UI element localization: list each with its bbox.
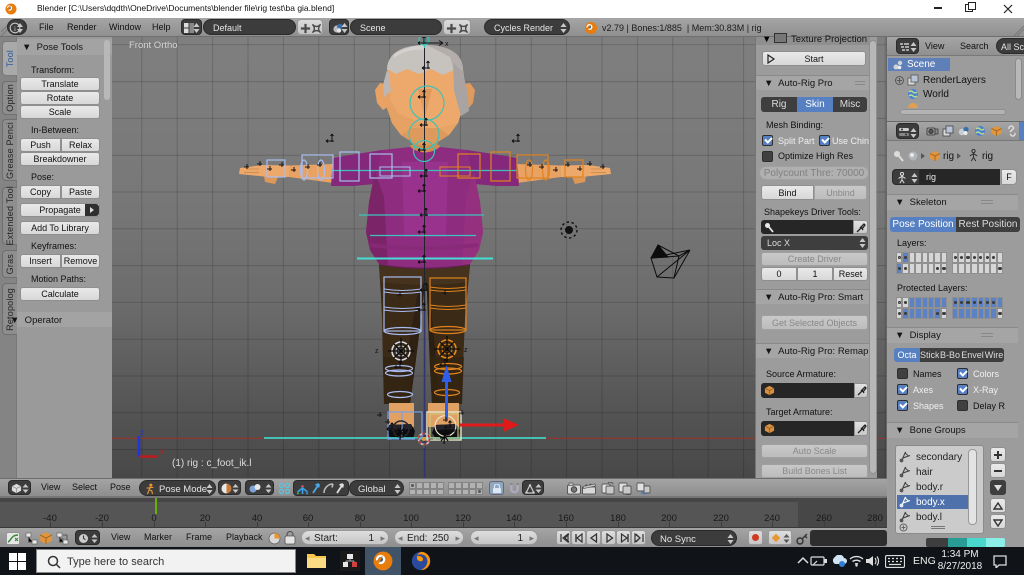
svg-text:z: z — [464, 347, 468, 354]
svg-text:x: x — [160, 447, 164, 456]
svg-text:x: x — [445, 41, 449, 48]
svg-text:Front Ortho: Front Ortho — [129, 40, 178, 51]
svg-text:(1) rig : c_foot_ik.l: (1) rig : c_foot_ik.l — [172, 458, 251, 469]
svg-text:z: z — [140, 428, 144, 437]
svg-text:z: z — [375, 348, 379, 355]
